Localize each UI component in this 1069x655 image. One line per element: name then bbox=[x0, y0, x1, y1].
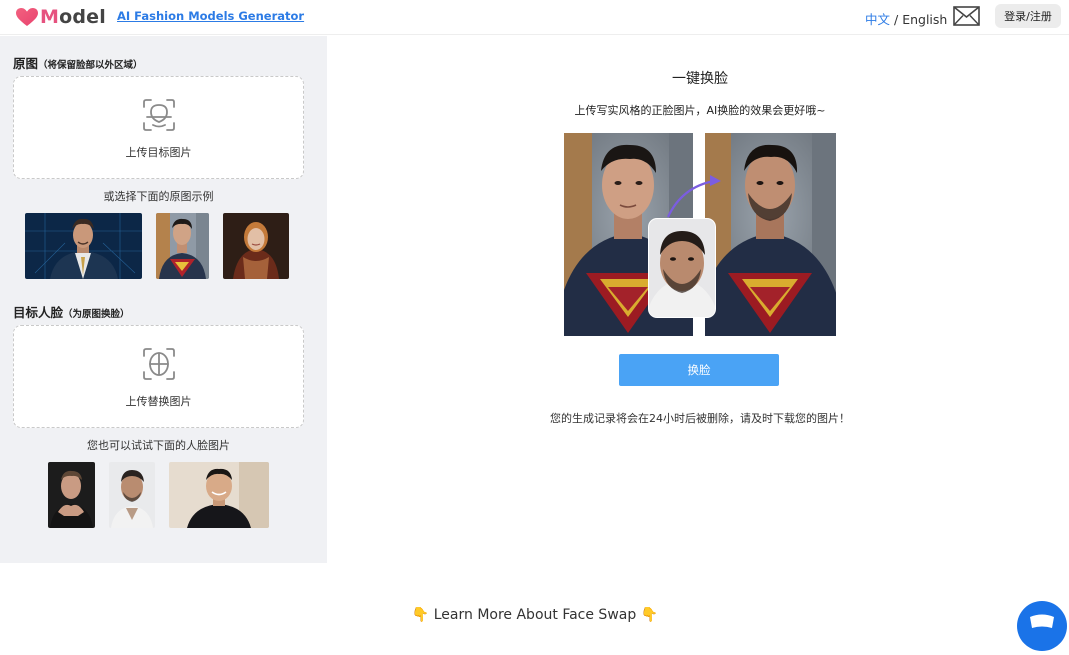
face-swap-button[interactable]: 换脸 bbox=[619, 354, 779, 386]
target-examples-hint: 您也可以试试下面的人脸图片 bbox=[87, 439, 230, 452]
learn-more-link[interactable]: 👇 Learn More About Face Swap 👇 bbox=[350, 607, 720, 623]
ai-fashion-models-link[interactable]: AI Fashion Models Generator bbox=[117, 9, 304, 23]
source-example-3[interactable] bbox=[223, 213, 289, 279]
source-upload-label: 上传目标图片 bbox=[125, 146, 192, 159]
target-upload-label: 上传替换图片 bbox=[125, 395, 192, 408]
face-scan-icon bbox=[143, 99, 175, 131]
target-face-example-2[interactable] bbox=[109, 462, 155, 528]
face-grid-icon bbox=[143, 348, 175, 380]
chat-support-button[interactable] bbox=[1017, 601, 1067, 651]
source-upload-dropzone[interactable]: 上传目标图片 bbox=[13, 76, 304, 179]
mail-icon[interactable] bbox=[953, 6, 980, 26]
target-face-example-3[interactable] bbox=[169, 462, 269, 528]
upload-panel: 原图（将保留脸部以外区域） 上传目标图片 或选择下面的原图示例 目标人脸（为原图… bbox=[0, 36, 327, 563]
site-logo[interactable]: Model bbox=[15, 6, 106, 28]
lang-zh-link[interactable]: 中文 bbox=[865, 12, 890, 27]
lang-separator: / bbox=[890, 12, 903, 27]
source-examples-hint: 或选择下面的原图示例 bbox=[103, 190, 214, 203]
heart-logo-icon bbox=[16, 8, 38, 26]
target-upload-dropzone[interactable]: 上传替换图片 bbox=[13, 325, 304, 428]
lang-en-link[interactable]: English bbox=[902, 12, 947, 27]
language-switcher: 中文 / English bbox=[865, 9, 947, 28]
target-face-example-1[interactable] bbox=[48, 462, 95, 528]
page-subtitle: 上传写实风格的正脸图片，AI换脸的效果会更好哦~ bbox=[574, 104, 826, 117]
face-swap-demo-image bbox=[564, 133, 836, 336]
deletion-notice: 您的生成记录将会在24小时后被删除，请及时下载您的图片！ bbox=[550, 412, 850, 425]
page-title: 一键换脸 bbox=[672, 71, 728, 87]
source-image-title: 原图（将保留脸部以外区域） bbox=[13, 56, 143, 71]
source-example-2[interactable] bbox=[156, 213, 209, 279]
target-face-title: 目标人脸（为原图换脸） bbox=[13, 305, 130, 320]
login-register-button[interactable]: 登录/注册 bbox=[995, 4, 1061, 28]
source-example-1[interactable] bbox=[25, 213, 142, 279]
top-nav: Model AI Fashion Models Generator 中文 / E… bbox=[0, 0, 1069, 35]
chat-icon bbox=[1030, 614, 1054, 628]
logo-text: Model bbox=[40, 6, 106, 28]
